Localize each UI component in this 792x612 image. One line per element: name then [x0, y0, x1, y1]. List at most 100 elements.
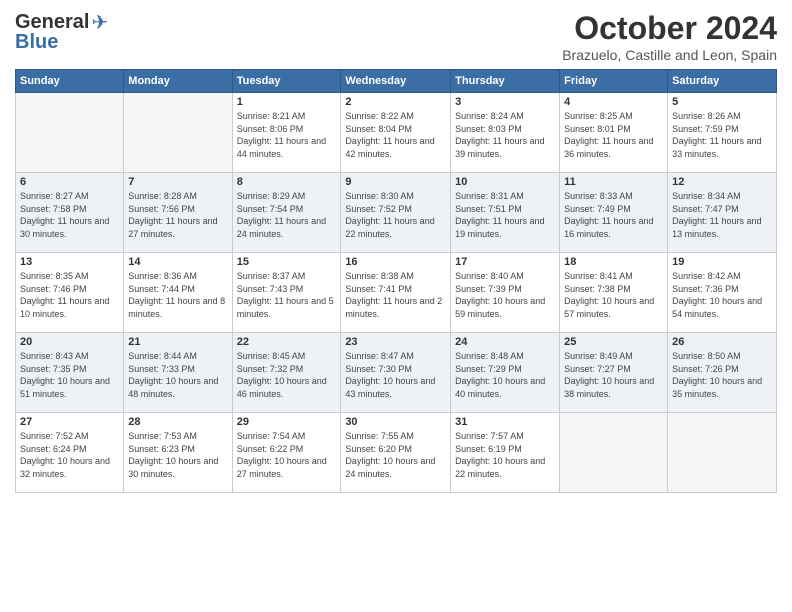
day-cell: 22 Sunrise: 8:45 AM Sunset: 7:32 PM Dayli… [232, 333, 341, 413]
day-cell [668, 413, 777, 493]
day-info: Sunrise: 8:25 AM Sunset: 8:01 PM Dayligh… [564, 110, 663, 160]
location: Brazuelo, Castille and Leon, Spain [562, 47, 777, 63]
day-info: Sunrise: 7:55 AM Sunset: 6:20 PM Dayligh… [345, 430, 446, 480]
logo-blue: Blue [15, 31, 58, 54]
day-number: 16 [345, 256, 446, 268]
day-info: Sunrise: 8:42 AM Sunset: 7:36 PM Dayligh… [672, 270, 772, 320]
day-cell: 12 Sunrise: 8:34 AM Sunset: 7:47 PM Dayli… [668, 173, 777, 253]
day-number: 4 [564, 96, 663, 108]
day-cell [560, 413, 668, 493]
day-cell: 5 Sunrise: 8:26 AM Sunset: 7:59 PM Daylig… [668, 93, 777, 173]
week-row-5: 27 Sunrise: 7:52 AM Sunset: 6:24 PM Dayli… [16, 413, 777, 493]
day-number: 23 [345, 336, 446, 348]
day-number: 12 [672, 176, 772, 188]
header-tuesday: Tuesday [232, 70, 341, 93]
day-number: 7 [128, 176, 227, 188]
day-number: 3 [455, 96, 555, 108]
day-info: Sunrise: 8:29 AM Sunset: 7:54 PM Dayligh… [237, 190, 337, 240]
day-cell: 26Sunrise: 8:50 AM Sunset: 7:26 PM Dayli… [668, 333, 777, 413]
day-info: Sunrise: 8:37 AM Sunset: 7:43 PM Dayligh… [237, 270, 337, 320]
day-cell: 4 Sunrise: 8:25 AM Sunset: 8:01 PM Daylig… [560, 93, 668, 173]
day-cell: 16 Sunrise: 8:38 AM Sunset: 7:41 PM Dayli… [341, 253, 451, 333]
day-cell: 8 Sunrise: 8:29 AM Sunset: 7:54 PM Daylig… [232, 173, 341, 253]
day-info: Sunrise: 8:41 AM Sunset: 7:38 PM Dayligh… [564, 270, 663, 320]
weekday-header-row: Sunday Monday Tuesday Wednesday Thursday… [16, 70, 777, 93]
header-thursday: Thursday [451, 70, 560, 93]
day-info: Sunrise: 8:49 AM Sunset: 7:27 PM Dayligh… [564, 350, 663, 400]
day-number: 10 [455, 176, 555, 188]
logo-bird-icon: ✈ [91, 10, 108, 35]
day-cell: 10 Sunrise: 8:31 AM Sunset: 7:51 PM Dayli… [451, 173, 560, 253]
day-info: Sunrise: 7:53 AM Sunset: 6:23 PM Dayligh… [128, 430, 227, 480]
day-info: Sunrise: 8:21 AM Sunset: 8:06 PM Dayligh… [237, 110, 337, 160]
day-cell: 23Sunrise: 8:47 AM Sunset: 7:30 PM Dayli… [341, 333, 451, 413]
day-cell: 13 Sunrise: 8:35 AM Sunset: 7:46 PM Dayli… [16, 253, 124, 333]
day-number: 6 [20, 176, 119, 188]
day-number: 30 [345, 416, 446, 428]
day-cell: 9 Sunrise: 8:30 AM Sunset: 7:52 PM Daylig… [341, 173, 451, 253]
day-cell: 31 Sunrise: 7:57 AM Sunset: 6:19 PM Dayli… [451, 413, 560, 493]
week-row-2: 6 Sunrise: 8:27 AM Sunset: 7:58 PM Daylig… [16, 173, 777, 253]
day-number: 29 [237, 416, 337, 428]
day-info: Sunrise: 8:36 AM Sunset: 7:44 PM Dayligh… [128, 270, 227, 320]
day-number: 22 [237, 336, 337, 348]
day-number: 18 [564, 256, 663, 268]
day-cell: 15Sunrise: 8:37 AM Sunset: 7:43 PM Dayli… [232, 253, 341, 333]
day-info: Sunrise: 8:35 AM Sunset: 7:46 PM Dayligh… [20, 270, 119, 320]
day-number: 21 [128, 336, 227, 348]
title-area: October 2024 Brazuelo, Castille and Leon… [562, 10, 777, 63]
day-cell: 29Sunrise: 7:54 AM Sunset: 6:22 PM Dayli… [232, 413, 341, 493]
week-row-3: 13 Sunrise: 8:35 AM Sunset: 7:46 PM Dayli… [16, 253, 777, 333]
week-row-1: 1Sunrise: 8:21 AM Sunset: 8:06 PM Daylig… [16, 93, 777, 173]
day-info: Sunrise: 8:30 AM Sunset: 7:52 PM Dayligh… [345, 190, 446, 240]
day-number: 20 [20, 336, 119, 348]
day-cell: 18 Sunrise: 8:41 AM Sunset: 7:38 PM Dayli… [560, 253, 668, 333]
day-cell: 21 Sunrise: 8:44 AM Sunset: 7:33 PM Dayli… [124, 333, 232, 413]
day-info: Sunrise: 8:45 AM Sunset: 7:32 PM Dayligh… [237, 350, 337, 400]
day-info: Sunrise: 8:44 AM Sunset: 7:33 PM Dayligh… [128, 350, 227, 400]
day-info: Sunrise: 8:40 AM Sunset: 7:39 PM Dayligh… [455, 270, 555, 320]
day-info: Sunrise: 8:22 AM Sunset: 8:04 PM Dayligh… [345, 110, 446, 160]
page: General ✈ Blue October 2024 Brazuelo, Ca… [0, 0, 792, 612]
header-saturday: Saturday [668, 70, 777, 93]
header-wednesday: Wednesday [341, 70, 451, 93]
day-cell: 11 Sunrise: 8:33 AM Sunset: 7:49 PM Dayli… [560, 173, 668, 253]
day-cell: 24Sunrise: 8:48 AM Sunset: 7:29 PM Dayli… [451, 333, 560, 413]
day-number: 5 [672, 96, 772, 108]
day-number: 31 [455, 416, 555, 428]
day-cell: 27 Sunrise: 7:52 AM Sunset: 6:24 PM Dayli… [16, 413, 124, 493]
day-number: 27 [20, 416, 119, 428]
day-cell: 1Sunrise: 8:21 AM Sunset: 8:06 PM Daylig… [232, 93, 341, 173]
day-cell: 7 Sunrise: 8:28 AM Sunset: 7:56 PM Daylig… [124, 173, 232, 253]
day-cell: 20 Sunrise: 8:43 AM Sunset: 7:35 PM Dayli… [16, 333, 124, 413]
day-number: 2 [345, 96, 446, 108]
day-info: Sunrise: 8:33 AM Sunset: 7:49 PM Dayligh… [564, 190, 663, 240]
day-info: Sunrise: 7:52 AM Sunset: 6:24 PM Dayligh… [20, 430, 119, 480]
day-cell [16, 93, 124, 173]
header: General ✈ Blue October 2024 Brazuelo, Ca… [15, 10, 777, 63]
day-number: 13 [20, 256, 119, 268]
day-cell: 3Sunrise: 8:24 AM Sunset: 8:03 PM Daylig… [451, 93, 560, 173]
day-number: 8 [237, 176, 337, 188]
day-info: Sunrise: 8:50 AM Sunset: 7:26 PM Dayligh… [672, 350, 772, 400]
calendar: Sunday Monday Tuesday Wednesday Thursday… [15, 69, 777, 493]
day-number: 9 [345, 176, 446, 188]
day-info: Sunrise: 8:43 AM Sunset: 7:35 PM Dayligh… [20, 350, 119, 400]
day-info: Sunrise: 8:28 AM Sunset: 7:56 PM Dayligh… [128, 190, 227, 240]
day-cell: 25 Sunrise: 8:49 AM Sunset: 7:27 PM Dayli… [560, 333, 668, 413]
day-info: Sunrise: 8:31 AM Sunset: 7:51 PM Dayligh… [455, 190, 555, 240]
day-cell: 17Sunrise: 8:40 AM Sunset: 7:39 PM Dayli… [451, 253, 560, 333]
header-monday: Monday [124, 70, 232, 93]
day-info: Sunrise: 8:34 AM Sunset: 7:47 PM Dayligh… [672, 190, 772, 240]
day-cell [124, 93, 232, 173]
day-info: Sunrise: 8:27 AM Sunset: 7:58 PM Dayligh… [20, 190, 119, 240]
day-number: 25 [564, 336, 663, 348]
day-info: Sunrise: 7:57 AM Sunset: 6:19 PM Dayligh… [455, 430, 555, 480]
day-number: 11 [564, 176, 663, 188]
day-info: Sunrise: 8:26 AM Sunset: 7:59 PM Dayligh… [672, 110, 772, 160]
day-info: Sunrise: 8:48 AM Sunset: 7:29 PM Dayligh… [455, 350, 555, 400]
day-cell: 30 Sunrise: 7:55 AM Sunset: 6:20 PM Dayli… [341, 413, 451, 493]
month-title: October 2024 [562, 10, 777, 47]
day-cell: 14Sunrise: 8:36 AM Sunset: 7:44 PM Dayli… [124, 253, 232, 333]
day-info: Sunrise: 8:38 AM Sunset: 7:41 PM Dayligh… [345, 270, 446, 320]
